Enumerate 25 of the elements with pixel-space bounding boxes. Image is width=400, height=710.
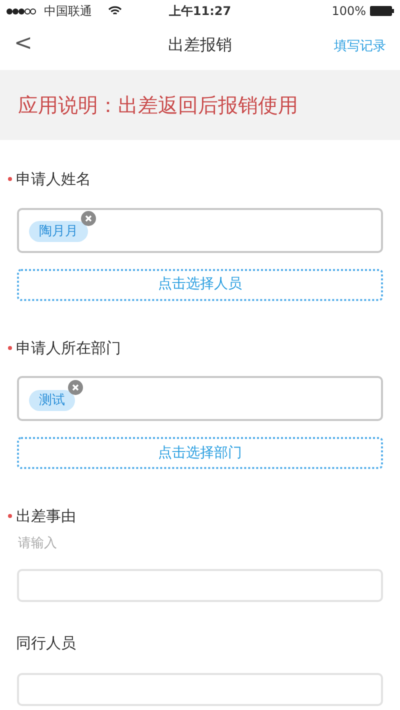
close-icon[interactable] (81, 211, 96, 226)
page-title: 出差报销 (168, 34, 232, 56)
records-link[interactable]: 填写记录 (334, 39, 386, 54)
battery-percent: 100% (332, 3, 366, 20)
select-button[interactable]: 点击选择人员 (17, 268, 383, 300)
input-field[interactable] (17, 569, 383, 602)
field-label: 申请人姓名 (16, 169, 91, 190)
select-button[interactable]: 点击选择部门 (17, 437, 383, 469)
field-label: 同行人员 (16, 633, 76, 654)
field-hint: 请输入 (17, 534, 58, 552)
close-icon[interactable] (68, 380, 83, 394)
carrier-name: 中国联通 (44, 3, 92, 20)
field-label: 申请人所在部门 (16, 338, 121, 358)
tag-chip[interactable]: 测试 (29, 390, 75, 410)
signal-icon (6, 8, 36, 14)
wifi-icon (108, 6, 122, 16)
clock-time: 上午11:27 (168, 3, 232, 20)
tag-chip[interactable]: 陶月月 (29, 221, 88, 242)
input-field[interactable] (17, 672, 383, 706)
tag-field[interactable]: 测试 (17, 376, 383, 421)
field-label: 出差事由 (16, 506, 76, 527)
tag-field[interactable]: 陶月月 (17, 208, 383, 252)
notice-banner: 应用说明：出差返回后报销使用 (0, 70, 400, 140)
back-button[interactable]: < (14, 33, 32, 55)
battery-icon (370, 6, 394, 16)
